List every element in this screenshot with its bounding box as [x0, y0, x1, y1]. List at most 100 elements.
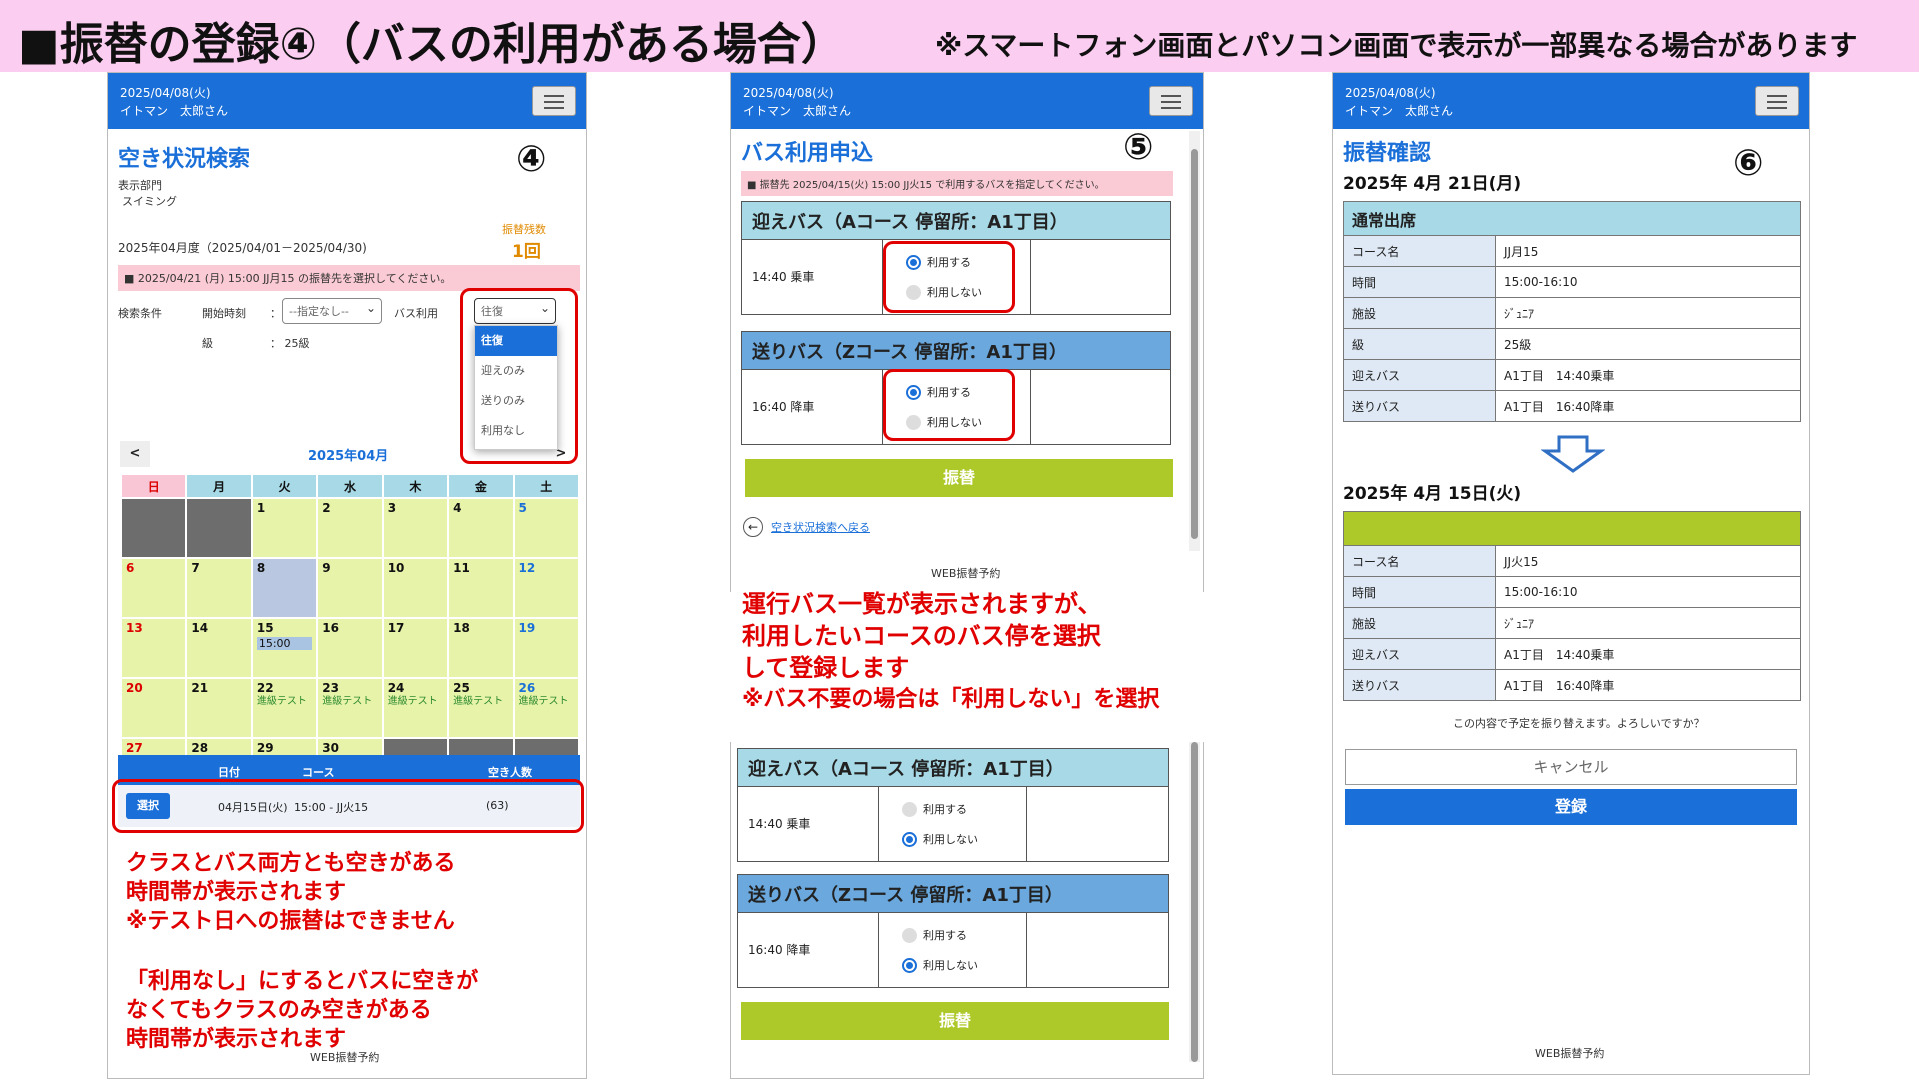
period-text: 2025年04月度（2025/04/01－2025/04/30): [118, 241, 367, 255]
calendar-day[interactable]: 13: [119, 617, 188, 679]
calendar-day[interactable]: 18: [447, 617, 515, 679]
drop-nouse-radio[interactable]: 利用しない: [902, 957, 978, 973]
detail-label: 時間: [1343, 266, 1496, 298]
calendar-day[interactable]: 9: [316, 557, 384, 619]
day-number: 1: [256, 501, 266, 515]
scrollbar[interactable]: [1189, 131, 1200, 551]
transfer-button[interactable]: 振替: [741, 1002, 1169, 1040]
weekday-header: 火: [250, 473, 319, 499]
calendar-day[interactable]: 10: [381, 557, 450, 619]
calendar-day[interactable]: 21: [185, 677, 253, 739]
calendar-day[interactable]: 4: [447, 497, 515, 559]
calendar-day[interactable]: 24 進級テスト: [381, 677, 450, 739]
weekday-header: 月: [185, 473, 253, 499]
day-number: 19: [518, 621, 536, 635]
calendar-day[interactable]: 23 進級テスト: [316, 677, 384, 739]
annotation-line: ※バス不要の場合は「利用しない」を選択: [742, 687, 1160, 712]
detail-label: 送りバス: [1343, 669, 1496, 701]
calendar-day[interactable]: 6: [119, 557, 188, 619]
grade-label: 級: [202, 337, 213, 350]
detail-value: A1丁目 14:40乗車: [1495, 638, 1801, 670]
header-user: イトマン 太郎さん: [120, 104, 229, 118]
transfer-button[interactable]: 振替: [745, 459, 1173, 497]
calendar-day[interactable]: 7: [185, 557, 253, 619]
calendar-day: [185, 497, 253, 559]
calendar-day[interactable]: 2: [316, 497, 384, 559]
annotation-line: 「利用なし」にするとバスに空きが: [126, 969, 479, 994]
calendar-day[interactable]: 1: [250, 497, 319, 559]
from-date: 2025年 4月 21日(月): [1343, 174, 1522, 194]
to-table-header: [1343, 511, 1801, 546]
calendar-day: [119, 497, 188, 559]
day-number: 2: [322, 501, 331, 515]
pickup-bus-header: 迎えバス（Aコース 停留所：A1丁目）: [738, 749, 1168, 787]
app-header: 2025/04/08(火) イトマン 太郎さん: [108, 73, 586, 129]
header-user: イトマン 太郎さん: [1345, 104, 1454, 118]
highlight-result-row: [112, 779, 584, 833]
calendar-day[interactable]: 22 進級テスト: [250, 677, 319, 739]
detail-value: A1丁目 16:40降車: [1495, 669, 1801, 701]
calendar-day[interactable]: 20: [119, 677, 188, 739]
result-head-date: 日付: [218, 766, 240, 779]
weekday-header: 水: [316, 473, 384, 499]
drop-bus-header: 送りバス（Zコース 停留所：A1丁目）: [742, 332, 1170, 370]
cancel-button[interactable]: キャンセル: [1345, 749, 1797, 785]
calendar: 日月火水木金土 1 2 3 4 5 6 7 8 9 10 11 12 13 14 15 15:00 16 17 18…: [119, 473, 581, 799]
footer: WEB振替予約: [1535, 1047, 1605, 1060]
start-time-select[interactable]: --指定なし-- ⌄: [282, 298, 382, 324]
calendar-day[interactable]: 26 進級テスト: [512, 677, 581, 739]
bus-use-label: バス利用: [394, 307, 438, 320]
to-table: コース名 JJ火15 時間 15:00-16:10 施設 ｼﾞｭﾆｱ 迎えバス A1丁目 14…: [1343, 511, 1801, 701]
calendar-day[interactable]: 12: [512, 557, 581, 619]
annotation-line: クラスとバス両方とも空きがある: [126, 851, 456, 876]
annotation-text-1: クラスとバス両方とも空きがある 時間帯が表示されます ※テスト日への振替はできま…: [126, 849, 456, 936]
time-slot[interactable]: 15:00: [256, 637, 313, 650]
calendar-day[interactable]: 19: [512, 617, 581, 679]
menu-button[interactable]: [1755, 86, 1799, 116]
result-head-course: コース: [302, 766, 335, 779]
menu-button[interactable]: [1149, 86, 1193, 116]
radio-checked-icon: [902, 831, 917, 847]
confirm-message: この内容で予定を振り替えます。よろしいですか？: [1453, 717, 1705, 730]
calendar-day[interactable]: 15 15:00: [250, 617, 319, 679]
detail-value: JJ火15: [1495, 545, 1801, 577]
register-button[interactable]: 登録: [1345, 789, 1797, 825]
app-header: 2025/04/08(火) イトマン 太郎さん: [1333, 73, 1809, 129]
calendar-day[interactable]: 8: [250, 557, 319, 619]
radio-empty-icon: [902, 801, 917, 817]
cal-month: 2025年04月: [308, 449, 389, 464]
detail-row: 迎えバス A1丁目 14:40乗車: [1343, 638, 1801, 670]
calendar-day[interactable]: 5: [512, 497, 581, 559]
detail-value: 25級: [1495, 328, 1801, 360]
detail-row: 施設 ｼﾞｭﾆｱ: [1343, 297, 1801, 329]
calendar-day[interactable]: 17: [381, 617, 450, 679]
back-link[interactable]: ← 空き状況検索へ戻る: [743, 517, 870, 537]
to-date: 2025年 4月 15日(火): [1343, 484, 1522, 504]
scrollbar[interactable]: [1189, 742, 1200, 1062]
annotation-line: 運行バス一覧が表示されますが、: [742, 590, 1102, 618]
day-event: 進級テスト: [322, 696, 373, 707]
day-number: 17: [387, 621, 405, 635]
day-number: 11: [453, 561, 470, 575]
from-table-header: 通常出席: [1343, 201, 1801, 236]
highlight-drop-radio: [883, 369, 1015, 441]
day-number: 16: [322, 621, 339, 635]
drop-use-radio[interactable]: 利用する: [902, 927, 967, 943]
weekday-header: 木: [381, 473, 450, 499]
annotation-line: 時間帯が表示されます: [126, 1027, 347, 1052]
slide-title: ■振替の登録④（バスの利用がある場合）: [18, 19, 845, 70]
pickup-use-radio[interactable]: 利用する: [902, 801, 967, 817]
pickup-nouse-radio[interactable]: 利用しない: [902, 831, 978, 847]
cal-prev-button[interactable]: <: [120, 441, 150, 467]
calendar-day[interactable]: 16: [316, 617, 384, 679]
day-number: 25: [453, 681, 470, 695]
menu-button[interactable]: [532, 86, 576, 116]
annotation-text-3: 運行バス一覧が表示されますが、 利用したいコースのバス停を選択 して登録します …: [742, 588, 1159, 716]
calendar-day[interactable]: 11: [447, 557, 515, 619]
drop-time: 16:40 降車: [752, 400, 815, 414]
day-event: 進級テスト: [387, 696, 438, 707]
calendar-day[interactable]: 25 進級テスト: [447, 677, 515, 739]
calendar-day[interactable]: 3: [381, 497, 450, 559]
calendar-day[interactable]: 14: [185, 617, 253, 679]
start-time-label: 開始時刻: [202, 307, 246, 320]
